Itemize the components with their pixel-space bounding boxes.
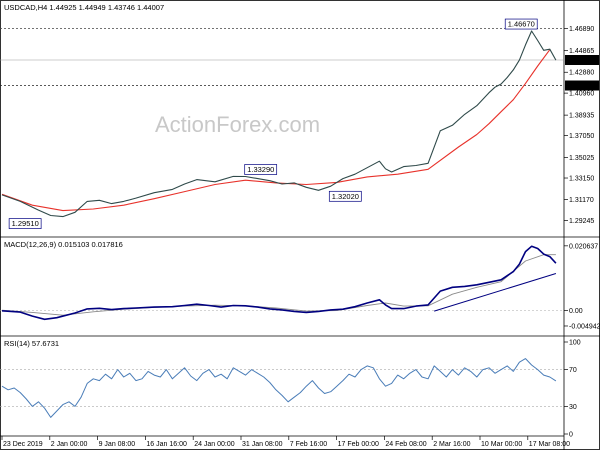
swing-label: 1.32020 <box>332 192 359 201</box>
time-tick-label: 24 Feb 08:00 <box>385 441 426 448</box>
time-tick-label: 16 Jan 16:00 <box>146 441 187 448</box>
price-tick-label: 1.46890 <box>569 26 594 33</box>
price-panel-title: USDCAD,H4 1.44925 1.44949 1.43746 1.4400… <box>4 3 164 12</box>
price-tick-label: 1.40960 <box>569 91 594 98</box>
macd-tick-label: 0.020637 <box>569 243 598 250</box>
swing-label: 1.33290 <box>247 165 274 174</box>
price-tick-label: 1.44865 <box>569 48 594 55</box>
level-tag: 1.41660 <box>567 83 592 90</box>
watermark: ActionForex.com <box>155 112 320 137</box>
swing-label: 1.29510 <box>12 219 39 228</box>
price-tick-label: 1.31170 <box>569 197 594 204</box>
rsi-tick-label: 30 <box>569 404 577 411</box>
time-tick-label: 10 Mar 00:00 <box>481 441 522 448</box>
price-tick-label: 1.33150 <box>569 176 594 183</box>
chart-canvas: ActionForex.com USDCAD,H4 1.44925 1.4494… <box>0 0 600 450</box>
macd-panel-title: MACD(12,26,9) 0.015103 0.017816 <box>4 240 123 249</box>
price-tick-label: 1.38935 <box>569 113 594 120</box>
time-tick-label: 17 Mar 08:00 <box>529 441 570 448</box>
macd-tick-label: -0.004942 <box>569 323 600 330</box>
macd-tick-label: 0.00 <box>569 308 583 315</box>
rsi-tick-label: 70 <box>569 367 577 374</box>
time-tick-label: 2 Mar 16:00 <box>433 441 470 448</box>
rsi-tick-label: 100 <box>569 340 581 347</box>
price-tick-label: 1.35025 <box>569 155 594 162</box>
time-tick-label: 24 Jan 00:00 <box>194 441 235 448</box>
price-tick-label: 1.42880 <box>569 70 594 77</box>
time-tick-label: 2 Jan 00:00 <box>51 441 88 448</box>
time-tick-label: 9 Jan 08:00 <box>99 441 136 448</box>
rsi-panel-title: RSI(14) 57.6731 <box>4 339 59 348</box>
current-price-tag: 1.44007 <box>567 57 592 64</box>
time-tick-label: 23 Dec 2019 <box>3 441 43 448</box>
time-tick-label: 31 Jan 08:00 <box>242 441 283 448</box>
price-tick-label: 1.29245 <box>569 218 594 225</box>
price-tick-label: 1.37050 <box>569 133 594 140</box>
swing-label: 1.46670 <box>508 20 535 29</box>
time-tick-label: 7 Feb 16:00 <box>290 441 327 448</box>
time-tick-label: 17 Feb 00:00 <box>338 441 379 448</box>
rsi-tick-label: 0 <box>569 432 573 439</box>
